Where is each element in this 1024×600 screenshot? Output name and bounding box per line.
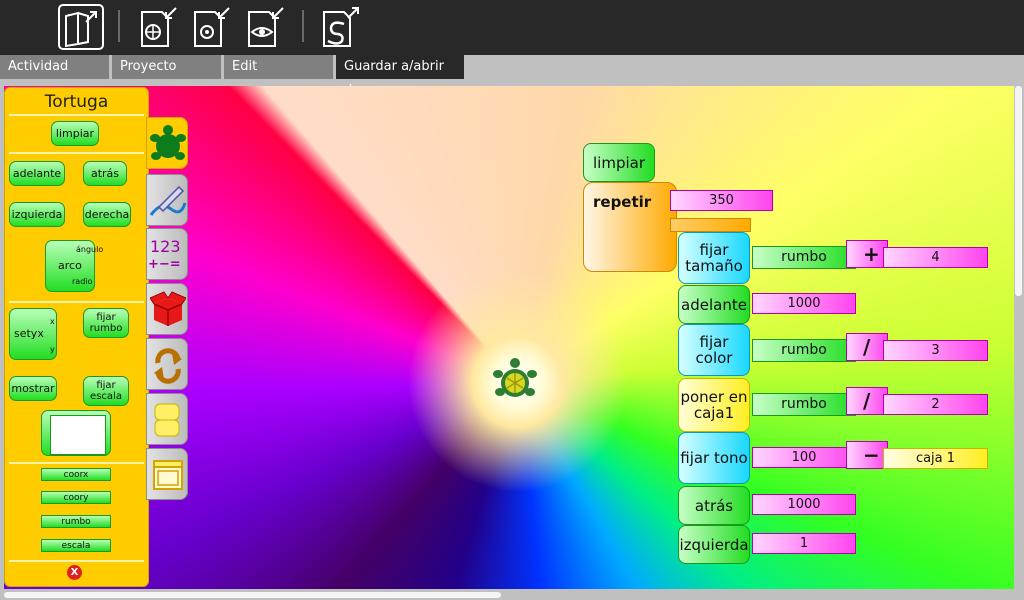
palette-title: Tortuga	[44, 92, 109, 112]
palette-block-coory[interactable]: coory	[41, 491, 111, 504]
palette-block-escala[interactable]: escala	[41, 539, 111, 552]
program-block-fijar-tono[interactable]: fijar tono	[678, 432, 750, 484]
tab-proyecto[interactable]: Proyecto	[112, 55, 221, 79]
palette-block-adelante[interactable]: adelante	[9, 161, 65, 186]
minus-operator-block[interactable]: −	[846, 441, 888, 469]
numbers-palette-tab[interactable]: 123 +−=	[146, 228, 188, 280]
adelante-value-input[interactable]: 1000	[752, 293, 856, 314]
palette-block-rumbo[interactable]: rumbo	[41, 515, 111, 528]
program-block-adelante[interactable]: adelante	[678, 285, 750, 324]
numbers-icon: 123	[150, 237, 181, 256]
cycle-icon	[154, 348, 182, 384]
tab-guardar[interactable]: Guardar a/abrir de	[336, 55, 464, 98]
program-block-fijar-color[interactable]: fijar color	[678, 324, 750, 376]
export-logo-icon[interactable]	[318, 4, 364, 50]
plus-value-input[interactable]: 4	[883, 247, 988, 268]
palette-block-izquierda[interactable]: izquierda	[9, 202, 65, 227]
arco-label: arco	[58, 259, 82, 272]
palette-divider	[9, 462, 144, 464]
tab-actividad[interactable]: Actividad	[0, 55, 109, 79]
program-block-repetir[interactable]: repetir	[583, 182, 677, 272]
setxy-label: setyx	[14, 327, 44, 340]
turtle-icon	[150, 125, 186, 160]
program-block-atras[interactable]: atrás	[678, 486, 750, 525]
caja-value-block[interactable]: caja 1	[883, 448, 988, 469]
horizontal-scrollbar[interactable]	[4, 592, 501, 598]
palette-block-media[interactable]	[41, 410, 111, 456]
flow-palette-tab[interactable]	[146, 338, 188, 390]
turtle-palette: Tortuga limpiar adelante atrás izquierda…	[4, 87, 149, 587]
palette-block-setxy[interactable]: setyx x y	[9, 308, 57, 360]
program-block-izquierda[interactable]: izquierda	[678, 525, 750, 564]
box-icon	[150, 291, 186, 326]
palette-block-coorx[interactable]: coorx	[41, 468, 111, 481]
tab-edit[interactable]: Edit	[224, 55, 333, 79]
window-icon	[153, 460, 183, 490]
stacked-blocks-icon	[154, 403, 180, 437]
palette-block-mostrar[interactable]: mostrar	[9, 376, 57, 401]
palette-block-limpiar[interactable]: limpiar	[51, 121, 99, 146]
program-block-limpiar[interactable]: limpiar	[583, 143, 655, 182]
program-block-fijar-tamano[interactable]: fijar tamaño	[678, 232, 750, 284]
divide-value-input[interactable]: 3	[883, 340, 988, 361]
media-palette-tab[interactable]	[146, 448, 188, 500]
pen-icon	[149, 185, 187, 216]
plus-operator-block[interactable]: +	[846, 240, 888, 268]
setxy-x-label: x	[50, 317, 55, 326]
media-placeholder	[50, 415, 106, 455]
palette-block-fijar-rumbo[interactable]: fijar rumbo	[83, 308, 129, 338]
izquierda-value-input[interactable]: 1	[752, 533, 856, 554]
palette-block-derecha[interactable]: derecha	[83, 202, 131, 227]
rumbo-value-block[interactable]: rumbo	[752, 246, 856, 269]
arco-angle-label: ángulo	[76, 245, 104, 254]
save-web-icon[interactable]	[136, 4, 182, 50]
rumbo-value-block[interactable]: rumbo	[752, 339, 856, 362]
toolbar-separator	[302, 10, 304, 42]
blocks-palette-tab[interactable]	[146, 283, 188, 335]
palette-block-atras[interactable]: atrás	[83, 161, 127, 186]
palette-divider	[9, 114, 144, 116]
view-source-icon[interactable]	[243, 4, 289, 50]
palette-divider	[9, 301, 144, 303]
palette-divider	[9, 560, 144, 562]
palette-block-arco[interactable]: ángulo arco radio	[45, 240, 103, 292]
atras-value-input[interactable]: 1000	[752, 494, 856, 515]
main-toolbar	[0, 0, 1024, 55]
repetir-count-input[interactable]: 350	[670, 190, 773, 211]
menu-tab-bar: Actividad Proyecto Edit Guardar a/abrir …	[0, 55, 1024, 98]
pen-palette-tab[interactable]	[146, 174, 188, 226]
save-image-icon[interactable]	[189, 4, 235, 50]
turtle-sprite-icon[interactable]	[492, 358, 538, 404]
palette-divider	[9, 152, 144, 154]
tono-value-input[interactable]: 100	[752, 447, 856, 468]
program-block-poner-en-caja[interactable]: poner en caja1	[678, 378, 750, 432]
palette-block-fijar-escala[interactable]: fijar escala	[83, 376, 129, 406]
arco-radius-label: radio	[72, 277, 93, 286]
divide-operator-block[interactable]: /	[846, 333, 888, 361]
boxes-palette-tab[interactable]	[146, 393, 188, 445]
vertical-scrollbar[interactable]	[1015, 86, 1022, 296]
close-palette-icon[interactable]: X	[67, 565, 82, 580]
operators-label: +−=	[148, 257, 181, 272]
activity-icon[interactable]	[58, 4, 104, 50]
rumbo-value-block[interactable]: rumbo	[752, 393, 856, 416]
setxy-y-label: y	[50, 345, 55, 354]
turtle-palette-tab[interactable]	[146, 117, 188, 169]
divide-operator-block[interactable]: /	[846, 387, 888, 415]
repetir-arm	[670, 218, 751, 232]
toolbar-separator	[118, 10, 120, 42]
divide-value-input[interactable]: 2	[883, 394, 988, 415]
